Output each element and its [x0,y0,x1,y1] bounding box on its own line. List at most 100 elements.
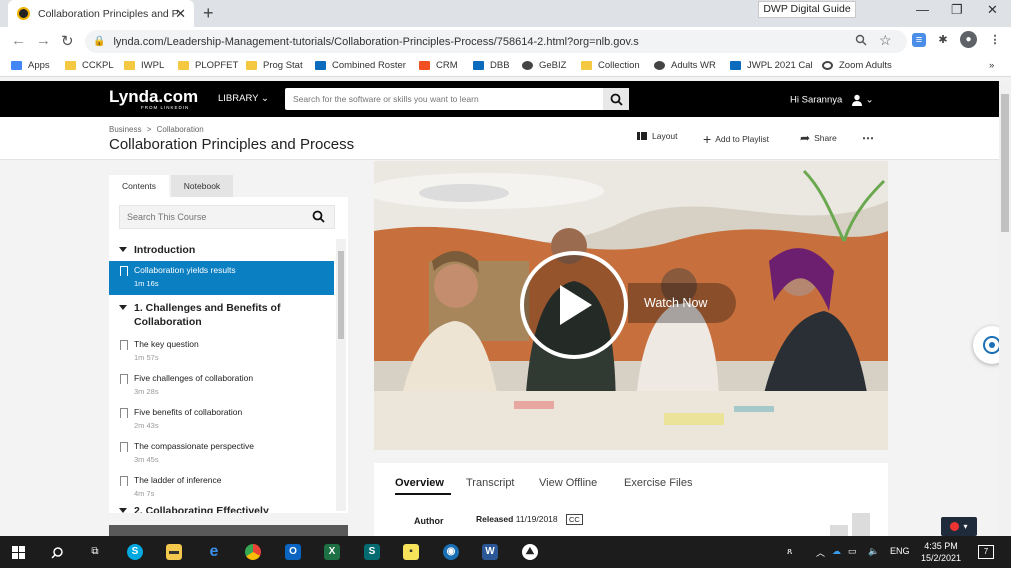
tab-view-offline[interactable]: View Offline [539,477,597,489]
bookmarks-bar: Apps CCKPL IWPL PLOPFET Prog Stat Combin… [0,56,1011,77]
browser-tab[interactable]: Collaboration Principles and Process ✕ [8,0,194,27]
close-tab-icon[interactable]: ✕ [175,6,186,22]
tab-contents[interactable]: Contents [109,175,169,197]
bookmark-combined-roster[interactable]: Combined Roster [315,60,406,71]
bookmark-plopfet[interactable]: PLOPFET [178,60,238,71]
sharepoint-icon[interactable]: S [364,544,380,560]
back-icon[interactable]: ← [11,32,26,49]
lynda-favicon-icon [17,7,30,20]
word-icon[interactable]: W [482,544,498,560]
restore-icon[interactable]: ❐ [951,2,963,18]
volume-icon[interactable]: 🔈 [868,546,879,557]
task-view-icon[interactable]: ⧉ [87,544,103,560]
more-options-icon[interactable]: ⋯ [862,131,874,145]
tab-transcript[interactable]: Transcript [466,477,515,489]
layout-button[interactable]: Layout [637,131,678,141]
course-search-input[interactable] [120,206,300,228]
play-button[interactable] [520,251,628,359]
breadcrumb-business[interactable]: Business [109,125,141,134]
bookmark-icon[interactable] [120,266,128,276]
list-item-video[interactable]: The key question 1m 57s [109,335,334,369]
network-icon[interactable]: ▭ [848,546,857,557]
bookmark-collection[interactable]: Collection [581,60,640,71]
omnibox[interactable]: 🔒 lynda.com/Leadership-Management-tutori… [85,30,907,53]
notification-center-icon[interactable]: 7 [978,545,994,559]
excel-icon[interactable]: X [324,544,340,560]
reload-icon[interactable]: ↻ [61,32,74,50]
library-menu-button[interactable]: LIBRARY ⌄ [218,93,269,104]
video-player[interactable]: Watch Now [374,161,888,450]
bookmark-zoom-adults[interactable]: Zoom Adults [822,60,892,71]
user-menu[interactable]: Hi Sarannya ⌄ [790,94,874,106]
bookmark-adults-wr[interactable]: Adults WR [654,60,716,71]
extensions-puzzle-icon[interactable]: ✱ [936,33,950,47]
people-icon[interactable]: ጸ [787,546,792,557]
bookmark-icon[interactable] [120,340,128,350]
page-scrollbar[interactable] [999,81,1011,536]
zoom-icon[interactable] [855,34,867,49]
bookmark-star-icon[interactable]: ☆ [879,32,892,49]
chapter-introduction[interactable]: Introduction [119,243,319,257]
bookmark-dbb[interactable]: DBB [473,60,510,71]
bookmark-icon[interactable] [120,408,128,418]
sticky-notes-icon[interactable]: ▪ [403,544,419,560]
library-search-input[interactable] [285,88,595,110]
close-window-icon[interactable]: ✕ [987,2,998,18]
share-button[interactable]: ➦ Share [800,131,837,145]
profile-avatar-icon[interactable]: ● [960,31,977,48]
system-clock[interactable]: 4:35 PM 15/2/2021 [918,540,964,564]
flag-icon [950,522,960,531]
bookmark-jwpl-cal[interactable]: JWPL 2021 Cal [730,60,813,71]
edge-legacy-icon[interactable]: e [206,544,222,560]
breadcrumb-collaboration[interactable]: Collaboration [157,125,204,134]
bookmark-prog-stat[interactable]: Prog Stat [246,60,303,71]
chapter-1[interactable]: 1. Challenges and Benefits of Collaborat… [119,301,319,329]
windows-start-icon[interactable] [12,546,25,559]
onedrive-icon[interactable]: ☁ [832,546,841,557]
search-icon[interactable] [312,210,325,226]
forward-icon[interactable]: → [36,32,51,49]
outlook-icon[interactable]: O [285,544,301,560]
file-explorer-icon[interactable]: ▬ [166,544,182,560]
tray-expand-icon[interactable]: ︿ [816,546,825,559]
lynda-logo[interactable]: Lynda.com [109,87,198,107]
chrome-icon[interactable] [245,544,261,560]
browser-menu-icon[interactable]: ⋮ [988,33,1002,47]
watch-now-button[interactable]: Watch Now [628,283,736,323]
tab-overview[interactable]: Overview [395,477,444,489]
course-search-box[interactable] [119,205,335,229]
bookmark-icon[interactable] [120,476,128,486]
bookmark-icon[interactable] [120,374,128,384]
minimize-icon[interactable]: — [916,2,929,17]
window-name-badge: DWP Digital Guide [758,1,856,18]
add-to-playlist-button[interactable]: + Add to Playlist [703,131,769,147]
new-tab-icon[interactable]: + [203,3,214,24]
language-selector[interactable]: ▾ [941,517,977,536]
bookmark-iwpl[interactable]: IWPL [124,60,164,71]
bookmark-cckpl[interactable]: CCKPL [65,60,114,71]
list-item-video[interactable]: Collaboration yields results 1m 16s [109,261,334,295]
bookmarks-overflow-icon[interactable]: » [989,60,994,71]
bookmark-apps[interactable]: Apps [11,60,50,71]
list-item-video[interactable]: Five benefits of collaboration 2m 43s [109,403,334,437]
list-item-video[interactable]: Five challenges of collaboration 3m 28s [109,369,334,403]
input-language[interactable]: ENG [890,546,910,556]
tab-notebook[interactable]: Notebook [171,175,233,197]
extension-translate-icon[interactable]: ≡ [912,33,926,47]
tab-exercise-files[interactable]: Exercise Files [624,477,692,489]
bookmark-gebiz[interactable]: GeBIZ [522,60,566,71]
skype-icon[interactable]: S [127,544,143,560]
contents-scrollbar-thumb[interactable] [338,251,344,339]
photos-icon[interactable]: ⛰ [522,544,538,560]
library-search-box[interactable] [285,88,629,110]
search-icon[interactable] [51,546,64,559]
list-item-video[interactable]: The compassionate perspective 3m 45s [109,437,334,471]
page-scrollbar-thumb[interactable] [1001,94,1009,232]
chapter-2[interactable]: 2. Collaborating Effectively [119,504,319,513]
search-icon[interactable] [603,88,629,110]
bookmark-crm[interactable]: CRM [419,60,458,71]
list-item-video[interactable]: The ladder of inference 4m 7s [109,471,334,505]
app-circle-icon[interactable]: ◉ [443,544,459,560]
bookmark-icon[interactable] [120,442,128,452]
contents-scrollbar[interactable] [336,239,346,511]
